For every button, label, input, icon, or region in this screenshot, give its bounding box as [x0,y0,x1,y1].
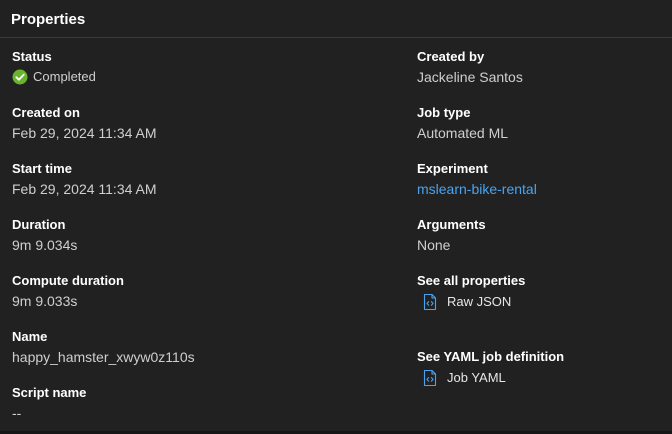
property-value: None [417,237,451,253]
property-job-type: Job type Automated ML [417,104,667,160]
property-label: Name [12,329,48,344]
raw-json-link-text: Raw JSON [447,294,512,309]
property-name: Name happy_hamster_xwyw0z110s [12,328,392,384]
property-compute-duration: Compute duration 9m 9.033s [12,272,392,328]
property-duration: Duration 9m 9.034s [12,216,392,272]
property-label: Start time [12,161,72,176]
properties-panel: Properties Status Completed Created on F… [0,0,672,431]
property-all-properties: See all properties Raw JSON [417,272,667,348]
property-value: 9m 9.034s [12,237,78,253]
status-value: Completed [12,69,96,85]
code-file-icon [422,369,438,387]
property-value: 9m 9.033s [12,293,78,309]
property-experiment: Experiment mslearn-bike-rental [417,160,667,216]
property-label: Status [12,49,52,64]
code-file-icon [422,293,438,311]
property-created-by: Created by Jackeline Santos [417,48,667,104]
property-label: Experiment [417,161,488,176]
property-label: Created by [417,49,485,64]
property-label: Job type [417,105,471,120]
property-value: happy_hamster_xwyw0z110s [12,349,195,365]
property-label: Arguments [417,217,486,232]
property-arguments: Arguments None [417,216,667,272]
property-label: Compute duration [12,273,124,288]
status-text: Completed [33,69,96,84]
properties-left-column: Status Completed Created on Feb 29, 2024… [12,48,392,431]
property-yaml-definition: See YAML job definition Job YAML [417,348,667,424]
property-value: -- [12,405,22,421]
property-start-time: Start time Feb 29, 2024 11:34 AM [12,160,392,216]
raw-json-link[interactable]: Raw JSON [422,293,511,311]
property-value: Feb 29, 2024 11:34 AM [12,125,157,141]
property-value: Feb 29, 2024 11:34 AM [12,181,157,197]
experiment-link[interactable]: mslearn-bike-rental [417,180,537,198]
property-value: Jackeline Santos [417,69,523,85]
property-label: See YAML job definition [417,349,565,364]
panel-header: Properties [0,0,672,38]
job-yaml-link-text: Job YAML [447,370,506,385]
property-label: Created on [12,105,80,120]
property-label: Duration [12,217,66,232]
job-yaml-link[interactable]: Job YAML [422,369,506,387]
property-label: See all properties [417,273,526,288]
check-circle-icon [12,69,28,85]
property-script-name: Script name -- [12,384,392,431]
property-label: Script name [12,385,87,400]
property-created-on: Created on Feb 29, 2024 11:34 AM [12,104,392,160]
properties-right-column: Created by Jackeline Santos Job type Aut… [417,48,667,424]
property-value: Automated ML [417,125,509,141]
panel-title: Properties [11,11,86,28]
property-status: Status Completed [12,48,392,104]
